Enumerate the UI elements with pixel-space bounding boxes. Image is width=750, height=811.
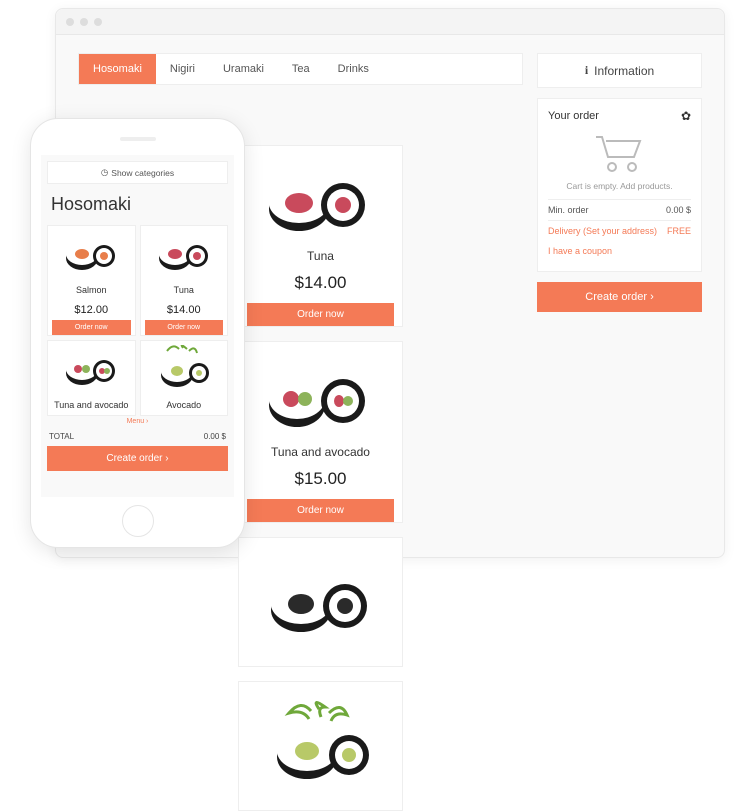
product-name: Avocado bbox=[166, 395, 201, 415]
tab-uramaki[interactable]: Uramaki bbox=[209, 54, 278, 84]
info-icon: i bbox=[585, 63, 588, 78]
total-label: TOTAL bbox=[49, 432, 74, 441]
product-image bbox=[60, 232, 122, 274]
product-image bbox=[261, 158, 381, 243]
gear-icon[interactable]: ✿ bbox=[681, 109, 691, 123]
empty-cart-text: Cart is empty. Add products. bbox=[548, 181, 691, 191]
product-name: Salmon bbox=[76, 280, 107, 300]
chevron-right-icon: › bbox=[165, 453, 168, 464]
tab-nigiri[interactable]: Nigiri bbox=[156, 54, 209, 84]
product-name: Tuna and avocado bbox=[54, 395, 128, 415]
clock-icon: ◷ bbox=[101, 167, 108, 178]
tab-tea[interactable]: Tea bbox=[278, 54, 324, 84]
page-title: Hosomaki bbox=[41, 190, 234, 225]
delivery-value: FREE bbox=[667, 226, 691, 236]
menu-link[interactable]: Menu › bbox=[41, 416, 234, 427]
product-image bbox=[261, 562, 381, 642]
product-price: $12.00 bbox=[74, 304, 108, 316]
total-row: TOTAL 0.00 $ bbox=[41, 427, 234, 446]
create-order-button[interactable]: Create order › bbox=[537, 282, 702, 312]
product-grid: Tuna $14.00 Order now Tuna and avocado $… bbox=[238, 145, 523, 811]
home-button[interactable] bbox=[122, 505, 154, 537]
order-panel: Your order ✿ Cart is empty. Add products… bbox=[537, 98, 702, 272]
chevron-right-icon: › bbox=[650, 291, 654, 303]
product-image bbox=[153, 347, 215, 389]
product-price: $15.00 bbox=[295, 469, 347, 489]
browser-titlebar bbox=[56, 9, 724, 35]
show-categories-button[interactable]: ◷ Show categories bbox=[47, 161, 228, 184]
show-categories-label: Show categories bbox=[111, 168, 174, 178]
product-name: Tuna and avocado bbox=[271, 445, 370, 459]
window-dot bbox=[94, 18, 102, 26]
information-label: Information bbox=[594, 64, 654, 78]
total-value: 0.00 $ bbox=[204, 432, 226, 441]
product-image bbox=[261, 354, 381, 439]
product-card bbox=[238, 537, 403, 667]
mobile-product-grid: Salmon $12.00 Order now Tuna $14.00 Orde… bbox=[41, 225, 234, 416]
coupon-link[interactable]: I have a coupon bbox=[548, 246, 612, 256]
order-now-button[interactable]: Order now bbox=[247, 499, 394, 522]
phone-frame: ◷ Show categories Hosomaki Salmon $12.00… bbox=[30, 118, 245, 548]
product-card: Tuna and avocado $15.00 Order now bbox=[238, 341, 403, 523]
product-image bbox=[60, 347, 122, 389]
tab-drinks[interactable]: Drinks bbox=[324, 54, 383, 84]
product-name: Tuna bbox=[307, 249, 334, 263]
delivery-label[interactable]: Delivery (Set your address) bbox=[548, 226, 657, 236]
min-order-label: Min. order bbox=[548, 205, 589, 215]
order-title: Your order bbox=[548, 110, 599, 122]
product-card: Tuna $14.00 Order now bbox=[140, 225, 229, 336]
phone-screen: ◷ Show categories Hosomaki Salmon $12.00… bbox=[41, 155, 234, 497]
product-image bbox=[261, 701, 381, 791]
order-now-button[interactable]: Order now bbox=[145, 320, 224, 335]
product-card: Tuna $14.00 Order now bbox=[238, 145, 403, 327]
category-tabs: Hosomaki Nigiri Uramaki Tea Drinks bbox=[78, 53, 523, 85]
window-dot bbox=[80, 18, 88, 26]
product-image bbox=[153, 232, 215, 274]
product-price: $14.00 bbox=[295, 273, 347, 293]
product-card: Tuna and avocado bbox=[47, 340, 136, 416]
information-panel[interactable]: i Information bbox=[537, 53, 702, 88]
product-card bbox=[238, 681, 403, 811]
window-dot bbox=[66, 18, 74, 26]
cart-icon bbox=[592, 131, 648, 175]
tab-hosomaki[interactable]: Hosomaki bbox=[79, 54, 156, 84]
product-card: Salmon $12.00 Order now bbox=[47, 225, 136, 336]
sidebar: i Information Your order ✿ Cart is empty… bbox=[537, 53, 702, 539]
create-order-button[interactable]: Create order › bbox=[47, 446, 228, 471]
order-now-button[interactable]: Order now bbox=[247, 303, 394, 326]
product-name: Tuna bbox=[174, 280, 194, 300]
product-card: Avocado bbox=[140, 340, 229, 416]
min-order-value: 0.00 $ bbox=[666, 205, 691, 215]
product-price: $14.00 bbox=[167, 304, 201, 316]
phone-speaker bbox=[120, 137, 156, 141]
order-now-button[interactable]: Order now bbox=[52, 320, 131, 335]
